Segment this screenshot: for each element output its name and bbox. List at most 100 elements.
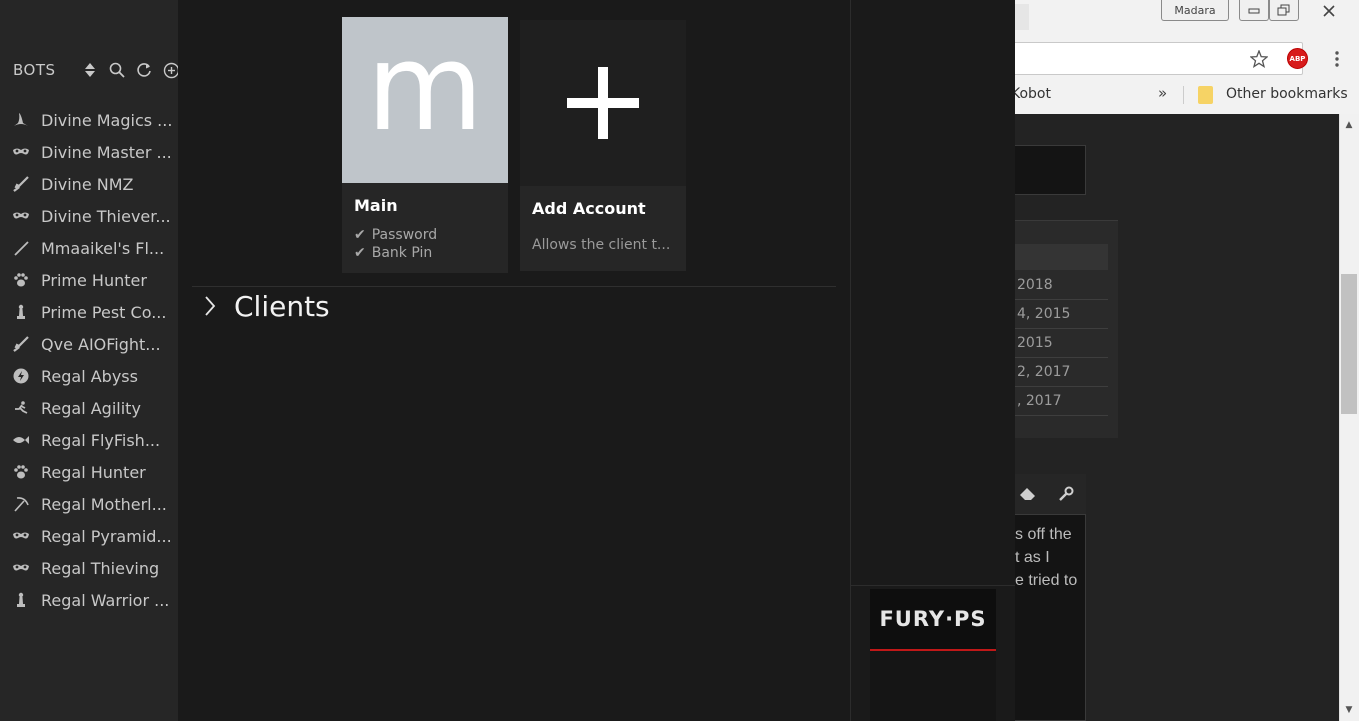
bot-label: Divine NMZ	[41, 174, 134, 194]
advertisement-banner[interactable]: FURY·PS	[870, 589, 996, 721]
bot-label: Regal Abyss	[41, 366, 138, 386]
feature-label: Password	[371, 227, 438, 243]
runner-icon	[11, 398, 31, 418]
add-account-card[interactable]: Add Account Allows the client t...	[520, 20, 686, 271]
accounts-panel: m Main ✔ Password ✔ Bank Pin Add Account…	[178, 0, 850, 721]
minimize-icon[interactable]	[1239, 0, 1269, 21]
scroll-down-icon[interactable]: ▼	[1343, 704, 1355, 716]
bot-item[interactable]: Regal Abyss	[0, 360, 178, 392]
bot-item[interactable]: Divine Thiever...	[0, 200, 178, 232]
bot-label: Divine Master ...	[41, 142, 172, 162]
profile-button[interactable]: Madara	[1161, 0, 1229, 21]
scrollbar[interactable]	[1339, 114, 1359, 721]
table-row: , 2017	[1015, 387, 1108, 416]
bot-label: Regal Pyramid...	[41, 526, 172, 546]
check-icon: ✔	[354, 245, 366, 261]
table-cell: 2, 2017	[1017, 364, 1071, 380]
bot-item[interactable]: Divine Magics ...	[0, 104, 178, 136]
bot-label: Regal Thieving	[41, 558, 160, 578]
bot-item[interactable]: Divine Master ...	[0, 136, 178, 168]
clients-heading: Clients	[234, 289, 330, 323]
post-text-line: e tried to	[1015, 572, 1078, 589]
scroll-up-icon[interactable]: ▲	[1343, 119, 1355, 131]
bookmark-separator	[1183, 86, 1184, 104]
account-feature: ✔ Bank Pin	[354, 245, 432, 261]
account-avatar: m	[342, 17, 508, 183]
ad-image	[870, 651, 996, 721]
rune-icon	[11, 366, 31, 386]
mask-icon	[11, 526, 31, 546]
wrench-icon[interactable]	[1056, 485, 1076, 503]
add-account-description: Allows the client t...	[532, 237, 671, 253]
bot-label: Divine Thiever...	[41, 206, 171, 226]
wizard-hat-icon	[11, 110, 31, 130]
folder-icon	[1198, 86, 1213, 104]
bot-item[interactable]: Regal Agility	[0, 392, 178, 424]
other-bookmarks-button[interactable]: Other bookmarks	[1226, 86, 1348, 102]
bot-sidebar: BOTS Divine Magics ... Divine Master ...…	[0, 0, 178, 721]
star-icon[interactable]	[1249, 49, 1269, 69]
clients-section-toggle[interactable]: Clients	[204, 286, 330, 326]
webpage-box	[1015, 145, 1086, 195]
adblock-icon[interactable]: ABP	[1287, 48, 1308, 69]
refresh-icon[interactable]	[134, 60, 154, 80]
bookmark-item[interactable]: Kobot	[1015, 86, 1051, 102]
bot-label: Regal Hunter	[41, 462, 146, 482]
bot-item[interactable]: Divine NMZ	[0, 168, 178, 200]
account-card-main[interactable]: m Main ✔ Password ✔ Bank Pin	[342, 17, 508, 273]
menu-icon[interactable]	[1331, 49, 1343, 69]
table-row: 2018	[1015, 271, 1108, 300]
bot-item[interactable]: Qve AIOFight...	[0, 328, 178, 360]
close-icon[interactable]	[1299, 0, 1359, 21]
search-icon[interactable]	[107, 60, 127, 80]
bot-label: Mmaaikel's Fl...	[41, 238, 165, 258]
table-cell: 2018	[1017, 277, 1053, 293]
account-feature: ✔ Password	[354, 227, 437, 243]
pickaxe-icon	[11, 494, 31, 514]
mask-icon	[11, 206, 31, 226]
bot-label: Regal Warrior ...	[41, 590, 170, 610]
bot-item[interactable]: Prime Pest Co...	[0, 296, 178, 328]
sword-icon	[11, 174, 31, 194]
mask-icon	[11, 558, 31, 578]
chess-pawn-icon	[11, 302, 31, 322]
browser-tab[interactable]	[1015, 4, 1029, 30]
bot-item[interactable]: Regal Pyramid...	[0, 520, 178, 552]
sidebar-header: BOTS	[0, 52, 178, 88]
post-text-line: s off the	[1015, 526, 1072, 543]
scrollbar-thumb[interactable]	[1341, 274, 1357, 414]
bookmarks-overflow-button[interactable]: »	[1158, 84, 1167, 102]
right-panel: FURY·PS	[850, 0, 1016, 721]
paw-icon	[11, 462, 31, 482]
bot-item[interactable]: Regal Hunter	[0, 456, 178, 488]
mask-icon	[11, 142, 31, 162]
table-row: 2, 2017	[1015, 358, 1108, 387]
account-name: Main	[354, 196, 398, 215]
check-icon: ✔	[354, 227, 366, 243]
table-row: 2015	[1015, 329, 1108, 358]
bot-item[interactable]: Regal Motherl...	[0, 488, 178, 520]
paw-icon	[11, 270, 31, 290]
sword-icon	[11, 334, 31, 354]
bot-item[interactable]: Prime Hunter	[0, 264, 178, 296]
bot-item[interactable]: Regal Warrior ...	[0, 584, 178, 616]
restore-icon[interactable]	[1269, 0, 1299, 21]
add-circle-icon[interactable]	[161, 60, 178, 80]
table-cell: , 2017	[1017, 393, 1062, 409]
bot-label: Regal FlyFish...	[41, 430, 161, 450]
table-header	[1015, 244, 1108, 270]
bot-list: Divine Magics ... Divine Master ... Divi…	[0, 104, 178, 616]
bot-label: Prime Hunter	[41, 270, 147, 290]
panel-divider	[851, 585, 1016, 586]
bot-item[interactable]: Mmaaikel's Fl...	[0, 232, 178, 264]
chevron-right-icon	[204, 296, 222, 316]
bot-item[interactable]: Regal FlyFish...	[0, 424, 178, 456]
bot-label: Regal Motherl...	[41, 494, 167, 514]
table-cell: 4, 2015	[1017, 306, 1071, 322]
bot-item[interactable]: Regal Thieving	[0, 552, 178, 584]
browser-window: Madara ABP Kobot » Other bookmarks 2018 …	[1015, 0, 1359, 721]
post-text-line: t as I	[1015, 549, 1050, 566]
sort-icon[interactable]	[80, 60, 100, 80]
eraser-icon[interactable]	[1018, 485, 1038, 503]
bot-label: Regal Agility	[41, 398, 141, 418]
